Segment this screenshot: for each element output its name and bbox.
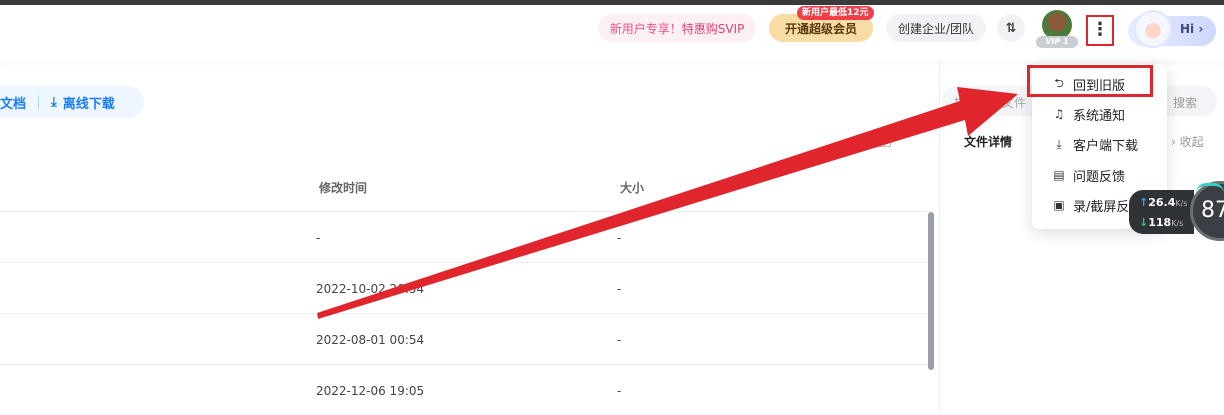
menu-item-label: 系统通知 xyxy=(1073,108,1126,124)
download-speed: ↓118K/s xyxy=(1139,216,1183,229)
upload-value: 26.4 xyxy=(1148,196,1176,209)
menu-item-label: 问题反馈 xyxy=(1073,169,1126,185)
upload-arrow-icon: ↑ xyxy=(1139,196,1149,209)
gauge-arc xyxy=(1196,183,1224,193)
download-icon: ⤓ xyxy=(1056,136,1062,151)
bell-icon: ♫ xyxy=(1053,107,1065,121)
upload-unit: K/s xyxy=(1175,199,1188,208)
menu-item-client-download[interactable]: ⤓ 客户端下载 xyxy=(1032,129,1167,159)
menu-item-label: 客户端下载 xyxy=(1073,138,1139,154)
menu-item-feedback[interactable]: ▤ 问题反馈 xyxy=(1032,160,1167,190)
chat-icon: ▤ xyxy=(1053,168,1065,182)
download-value: 118 xyxy=(1148,216,1172,229)
annotation-highlight-menu xyxy=(1027,65,1153,97)
download-unit: K/s xyxy=(1171,219,1184,228)
download-arrow-icon: ↓ xyxy=(1139,216,1149,229)
speed-widget[interactable]: ↑26.4K/s ↓118K/s xyxy=(1129,190,1194,234)
upload-speed: ↑26.4K/s xyxy=(1139,196,1187,209)
screenshot-icon: ▣ xyxy=(1053,198,1065,212)
menu-item-notifications[interactable]: ♫ 系统通知 xyxy=(1032,99,1167,129)
